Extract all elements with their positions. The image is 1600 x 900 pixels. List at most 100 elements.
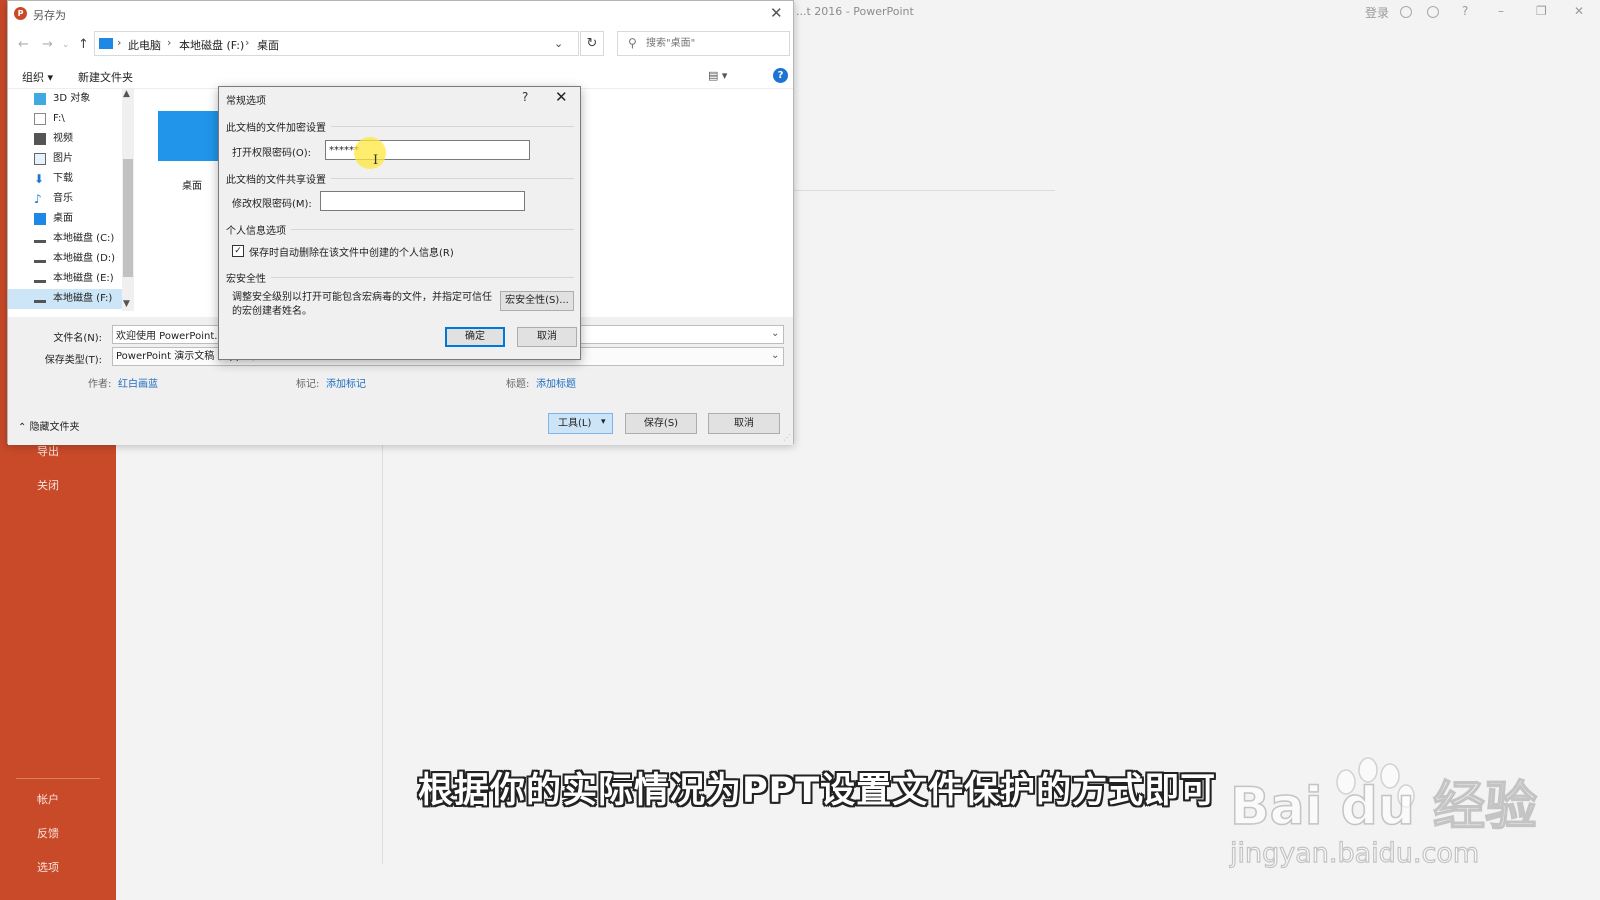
tree-item-drive-f[interactable]: 本地磁盘 (F:) (8, 289, 123, 309)
organize-menu[interactable]: 组织 ▾ (22, 69, 53, 85)
backstage-rule (790, 190, 1055, 191)
share-section-heading: 此文档的文件共享设置 (226, 175, 326, 186)
baidu-jingyan-watermark: Bai du 经验 jingyan.baidu.com (1228, 757, 1538, 870)
breadcrumb-desktop[interactable]: 桌面 (257, 37, 279, 53)
section-rule (291, 229, 574, 230)
section-rule (271, 277, 574, 278)
address-bar[interactable]: › 此电脑 › 本地磁盘 (F:) › 桌面 ⌄ (94, 31, 579, 56)
minimize-icon[interactable]: – (1498, 4, 1504, 18)
tree-item-label: 本地磁盘 (D:) (53, 253, 116, 264)
remove-personal-info-label[interactable]: 保存时自动删除在该文件中创建的个人信息(R) (249, 244, 454, 259)
cursor-highlight (354, 137, 386, 169)
tree-item-label: 图片 (53, 153, 73, 164)
resize-grip-icon[interactable]: ⋰ (783, 433, 791, 442)
remove-personal-info-checkbox[interactable]: ✓ (232, 245, 244, 257)
tree-item-3d-objects[interactable]: 3D 对象 (8, 89, 123, 109)
new-folder-button[interactable]: 新建文件夹 (78, 69, 133, 85)
frown-feedback-icon[interactable] (1427, 6, 1439, 18)
scroll-down-icon[interactable]: ▼ (123, 299, 130, 309)
video-icon (34, 133, 46, 145)
folder-label[interactable]: 桌面 (182, 177, 202, 192)
save-button[interactable]: 保存(S) (625, 413, 697, 434)
title-label: 标题: (506, 379, 530, 390)
watermark-brand: Bai du 经验 (1230, 777, 1537, 837)
macro-security-button[interactable]: 宏安全性(S)... (500, 291, 574, 311)
cancel-button[interactable]: 取消 (708, 413, 780, 434)
tree-item-videos[interactable]: 视频 (8, 129, 123, 149)
tree-item-downloads[interactable]: ⬇ 下载 (8, 169, 123, 189)
forward-icon[interactable]: → (42, 37, 53, 52)
tree-item-desktop[interactable]: 桌面 (8, 209, 123, 229)
tree-item-drive-e[interactable]: 本地磁盘 (E:) (8, 269, 123, 289)
tree-item-label: 下载 (53, 173, 73, 184)
drive-icon (34, 113, 46, 125)
desktop-folder-icon[interactable] (158, 111, 218, 161)
search-box[interactable]: ⚲ (617, 31, 790, 56)
sidebar-item-close[interactable]: 关闭 (0, 474, 116, 498)
tree-scrollbar[interactable]: ▲ ▼ (122, 89, 134, 311)
author-value[interactable]: 红白画蓝 (118, 375, 158, 390)
modify-password-label: 修改权限密码(M): (232, 199, 312, 210)
close-icon[interactable]: ✕ (555, 88, 568, 106)
macro-section-heading: 宏安全性 (226, 274, 266, 285)
chevron-down-icon[interactable]: ⌄ (771, 350, 779, 361)
sign-in-link[interactable]: 登录 (1365, 4, 1389, 21)
chevron-down-icon[interactable]: ⌄ (771, 328, 779, 339)
tree-item-label: 本地磁盘 (E:) (53, 273, 114, 284)
cancel-button[interactable]: 取消 (517, 327, 577, 347)
tree-item-drive-d[interactable]: 本地磁盘 (D:) (8, 249, 123, 269)
ok-button[interactable]: 确定 (445, 327, 505, 347)
sidebar-item-feedback[interactable]: 反馈 (0, 822, 116, 846)
drive-icon (34, 235, 46, 243)
recent-locations-icon[interactable]: ⌄ (62, 40, 70, 50)
music-icon: ♪ (34, 192, 42, 206)
tree-item-label: 本地磁盘 (F:) (53, 293, 113, 304)
tree-item-label: 音乐 (53, 193, 73, 204)
tree-item-music[interactable]: ♪ 音乐 (8, 189, 123, 209)
close-icon[interactable]: ✕ (770, 4, 783, 22)
add-title-link[interactable]: 添加标题 (536, 375, 576, 390)
scrollbar-thumb[interactable] (123, 159, 133, 277)
section-rule (331, 126, 574, 127)
drive-icon (34, 255, 46, 263)
up-folder-icon[interactable]: ↑ (78, 37, 89, 52)
help-icon[interactable]: ? (522, 90, 528, 104)
tree-item-label: F:\ (53, 113, 65, 124)
tree-item-label: 桌面 (53, 213, 73, 224)
smile-feedback-icon[interactable] (1400, 6, 1412, 18)
search-icon: ⚲ (628, 36, 637, 50)
pictures-icon (34, 153, 46, 165)
tools-dropdown-icon[interactable]: ▾ (601, 413, 606, 434)
back-icon[interactable]: ← (18, 37, 29, 52)
add-tags-link[interactable]: 添加标记 (326, 375, 366, 390)
breadcrumb-drive-f[interactable]: 本地磁盘 (F:) (179, 37, 244, 53)
breadcrumb-separator: › (117, 36, 122, 49)
sidebar-item-account[interactable]: 帐户 (0, 788, 116, 812)
save-type-label: 保存类型(T): (44, 355, 102, 366)
search-input[interactable] (646, 36, 781, 51)
tree-item-f-drive[interactable]: F:\ (8, 109, 123, 129)
hide-folders-toggle[interactable]: ⌃ 隐藏文件夹 (18, 418, 80, 433)
tree-item-pictures[interactable]: 图片 (8, 149, 123, 169)
backstage-divider (382, 440, 383, 864)
navigation-tree: 3D 对象 F:\ 视频 图片 ⬇ 下载 ♪ 音乐 桌面 本地磁盘 (C:) 本地磁… (8, 89, 133, 315)
restore-icon[interactable]: ❐ (1536, 4, 1547, 18)
3d-objects-icon (34, 93, 46, 105)
view-options-icon[interactable]: ▤ ▾ (708, 69, 727, 82)
drive-icon (34, 275, 46, 283)
help-icon[interactable]: ? (773, 68, 788, 83)
privacy-section-heading: 个人信息选项 (226, 226, 286, 237)
encrypt-section-heading: 此文档的文件加密设置 (226, 123, 326, 134)
macro-security-description: 调整安全级别以打开可能包含宏病毒的文件，并指定可信任的宏创建者姓名。 (232, 292, 492, 317)
refresh-icon[interactable]: ↻ (580, 31, 604, 56)
dialog-title: 另存为 (33, 9, 66, 22)
breadcrumb-this-pc[interactable]: 此电脑 (128, 37, 161, 53)
tree-item-drive-c[interactable]: 本地磁盘 (C:) (8, 229, 123, 249)
modify-password-input[interactable] (320, 191, 525, 211)
scroll-up-icon[interactable]: ▲ (123, 89, 130, 99)
open-password-label: 打开权限密码(O): (232, 148, 312, 159)
chevron-down-icon[interactable]: ⌄ (554, 37, 563, 50)
help-icon[interactable]: ? (1462, 4, 1468, 18)
window-close-icon[interactable]: ✕ (1574, 4, 1584, 18)
sidebar-item-options[interactable]: 选项 (0, 856, 116, 880)
